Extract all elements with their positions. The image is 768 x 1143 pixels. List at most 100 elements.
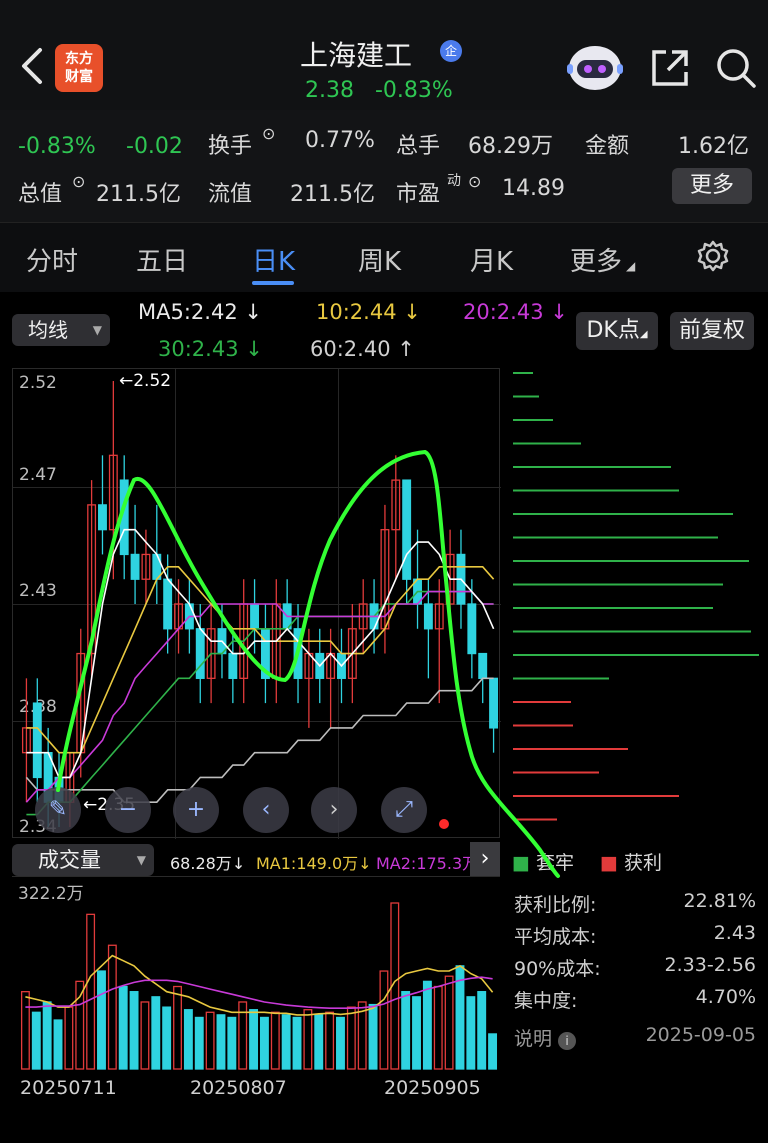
scroll-right-button[interactable]: › [311, 787, 357, 833]
volume-bar-down [118, 985, 128, 1070]
profit-ratio-value: 22.81% [683, 890, 756, 912]
tab-monthly-k[interactable]: 月K [470, 241, 513, 278]
search-button[interactable] [714, 46, 758, 90]
volume-bar-down [53, 1019, 63, 1070]
volume-indicator-label: 成交量 [38, 848, 101, 872]
volume-bar-up [346, 1006, 356, 1070]
ma10-value: 10:2.44 ↓ [316, 300, 421, 324]
chevron-down-icon: ▼ [92, 323, 102, 337]
tab-more-label: 更多 [570, 247, 623, 277]
volume-bars-layer [20, 902, 498, 1070]
concentration-value: 4.70% [695, 986, 756, 1008]
volume-bar-down [151, 996, 161, 1070]
tab-more[interactable]: 更多 ◢ [570, 241, 635, 278]
volume-chart[interactable]: 322.2万 [12, 876, 500, 1072]
plus-icon: + [186, 797, 206, 822]
info-icon[interactable]: ⊙ [262, 124, 275, 143]
chip-bar-profit [513, 701, 571, 703]
volume-bar-up [433, 985, 443, 1070]
ma30-text: 30:2.43 [158, 337, 239, 361]
candlestick-chart[interactable]: 2.52 2.47 2.43 2.38 2.34 ←2.52 ←2.35 ✎ −… [12, 368, 501, 839]
volume-indicator-select[interactable]: 成交量 ▼ [12, 844, 154, 876]
volume-bar-down [97, 970, 106, 1070]
header-price-line: 2.38 -0.83% [305, 78, 453, 103]
assistant-robot-button[interactable] [565, 40, 625, 92]
zoom-out-button[interactable]: − [105, 787, 151, 833]
app-header: 东方 财富 上海建工 企 2.38 -0.83% [0, 0, 768, 110]
candle-down [402, 479, 412, 580]
minus-icon: − [118, 797, 138, 822]
chip-bar-trapped [513, 583, 723, 586]
chip-bar-trapped [513, 654, 759, 656]
back-button[interactable] [18, 46, 44, 93]
tab-weekly-k[interactable]: 周K [358, 241, 401, 278]
stock-title: 上海建工 [300, 39, 413, 72]
vol-ma2-line [25, 976, 493, 1009]
note-link[interactable]: 说明 i [514, 1024, 577, 1051]
fullscreen-button[interactable]: ⤢ [381, 787, 427, 833]
pe-superscript: 动 [447, 173, 461, 189]
pe-label: 市盈 [396, 182, 441, 207]
candle-down [250, 603, 260, 630]
volume-bar-down [42, 1001, 52, 1070]
chip-bar-trapped [513, 489, 679, 492]
candle-down [467, 603, 477, 655]
ma5-text: MA5:2.42 [138, 300, 238, 324]
chip-bar-trapped [513, 395, 539, 398]
ma5-value: MA5:2.42 ↓ [138, 300, 262, 324]
ma10-text: 10:2.44 [316, 300, 397, 324]
chart-settings-button[interactable] [696, 239, 730, 277]
candle-down [423, 603, 433, 630]
chip-distribution [513, 372, 759, 821]
ma20-text: 20:2.43 [463, 300, 544, 324]
app-logo: 东方 财富 [55, 44, 103, 92]
tab-daily-k[interactable]: 日K [252, 241, 295, 278]
zoom-in-button[interactable]: + [173, 787, 219, 833]
chip-bar-trapped [513, 536, 718, 539]
search-icon [717, 49, 756, 88]
volume-bar-up [205, 1011, 215, 1070]
ma5-line [26, 528, 495, 779]
chevron-left-icon [22, 48, 42, 84]
date-label: 20250711 [20, 1077, 117, 1099]
volume-bar-up [303, 1009, 313, 1070]
chevron-down-icon: ▼ [136, 853, 146, 867]
robot-icon [567, 46, 623, 90]
info-icon[interactable]: ⊙ [468, 172, 481, 191]
chip-bar-trapped [513, 513, 733, 515]
candle-down [195, 628, 205, 679]
chip-bar-profit [513, 818, 557, 821]
draw-tool-button[interactable]: ✎ [35, 787, 81, 833]
volume-bar-down [281, 1014, 291, 1070]
volume-bar-down [129, 991, 139, 1070]
adjust-button[interactable]: 前复权 [670, 312, 754, 350]
square-icon: ■ [512, 852, 530, 874]
ma10-line [26, 566, 495, 754]
dk-point-button[interactable]: DK点◢ [576, 312, 658, 350]
avg-cost-label: 平均成本: [514, 926, 597, 948]
candle-down [130, 553, 140, 580]
chip-bar-trapped [513, 630, 751, 633]
date-label: 20250905 [384, 1077, 481, 1099]
logo-line-1: 东方 [65, 51, 93, 67]
candle-down [293, 628, 303, 679]
ma60-value: 60:2.40 ↑ [310, 337, 415, 361]
candle-down [119, 479, 129, 556]
chip-bar-trapped [513, 466, 671, 468]
info-icon[interactable]: ⊙ [72, 172, 85, 191]
pen-icon: ✎ [48, 797, 68, 822]
tab-five-day[interactable]: 五日 [136, 241, 188, 278]
scroll-left-button[interactable]: ‹ [243, 787, 289, 833]
volume-bar-down [183, 1009, 193, 1070]
expand-indicators-button[interactable]: › [470, 842, 500, 876]
more-quote-button[interactable]: 更多 [672, 168, 752, 204]
tab-intraday[interactable]: 分时 [26, 241, 78, 278]
legend-profit-label: 获利 [624, 852, 663, 874]
indicator-select-label: 均线 [28, 318, 68, 342]
indicator-select[interactable]: 均线 ▼ [12, 314, 110, 346]
chevron-right-icon: › [480, 846, 490, 871]
candles-layer [21, 381, 499, 827]
ma60-text: 60:2.40 [310, 337, 391, 361]
vol-ma1-text: MA1:149.0万 [256, 854, 359, 873]
share-button[interactable] [648, 46, 692, 90]
